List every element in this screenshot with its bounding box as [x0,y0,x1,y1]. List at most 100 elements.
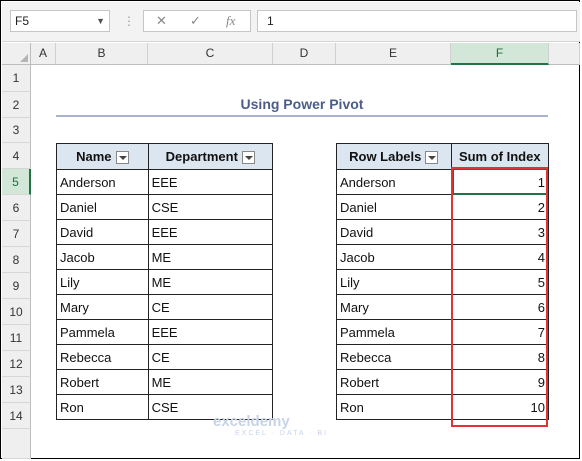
pivot-value[interactable]: 3 [450,219,550,245]
select-all-button[interactable] [2,43,31,65]
header-cell-department[interactable]: Department [147,143,274,170]
row-header-14[interactable]: 14 [2,403,31,429]
cell-name[interactable]: David [56,219,149,245]
column-header-e[interactable]: E [336,43,451,65]
header-label: Row Labels [349,148,422,164]
header-cell-name[interactable]: Name [56,143,149,170]
table-row: Mary CE [56,294,274,320]
cell-department[interactable]: EEE [147,169,274,195]
column-header-a[interactable]: A [31,43,56,65]
cell-department[interactable]: ME [147,269,274,295]
pivot-row-label[interactable]: Robert [336,369,452,395]
column-header-d[interactable]: D [273,43,336,65]
sheet-title[interactable]: Using Power Pivot [56,93,548,115]
row-header-1[interactable]: 1 [2,65,31,92]
cell-name[interactable]: Anderson [56,169,149,195]
pivot-table: Row Labels Sum of Index Anderson 1 Daniel… [336,143,550,420]
cell-name[interactable]: Mary [56,294,149,320]
pivot-row-label[interactable]: Mary [336,294,452,320]
cell-department[interactable]: ME [147,369,274,395]
row-header-12[interactable]: 12 [2,351,31,377]
insert-function-icon[interactable]: fx [226,13,235,29]
row-header-3[interactable]: 3 [2,118,31,143]
table-row: Robert ME [56,369,274,395]
pivot-value[interactable]: 6 [450,294,550,320]
table-row: Lily ME [56,269,274,295]
pivot-row-label[interactable]: Lily [336,269,452,295]
cell-name[interactable]: Daniel [56,194,149,220]
cell-department[interactable]: EEE [147,219,274,245]
pivot-row: Ron 10 [336,394,550,420]
column-header-f[interactable]: F [451,43,549,65]
formula-input[interactable]: 1 [257,10,577,32]
title-underline [56,115,548,117]
source-table: Name Department Anderson EEE Daniel CSE Da… [56,143,274,420]
pivot-row-label[interactable]: David [336,219,452,245]
formula-buttons: ✕ ✓ fx [143,10,251,32]
table-row: David EEE [56,219,274,245]
pivot-value[interactable]: 8 [450,344,550,370]
pivot-row-label[interactable]: Daniel [336,194,452,220]
column-header-c[interactable]: C [148,43,273,65]
cell-name[interactable]: Pammela [56,319,149,345]
row-header-10[interactable]: 10 [2,299,31,325]
row-header-4[interactable]: 4 [2,143,31,169]
pivot-row: Pammela 7 [336,319,550,345]
cell-name[interactable]: Lily [56,269,149,295]
pivot-value[interactable]: 9 [450,369,550,395]
pivot-row: Lily 5 [336,269,550,295]
cell-name[interactable]: Rebecca [56,344,149,370]
pivot-value[interactable]: 7 [450,319,550,345]
pivot-row: Jacob 4 [336,244,550,270]
pivot-row: Robert 9 [336,369,550,395]
formula-bar: F5 ▼ ⋮ ✕ ✓ fx 1 [2,2,580,42]
header-label: Department [165,148,238,164]
excel-window: F5 ▼ ⋮ ✕ ✓ fx 1 A B C D E F 1 2 3 4 5 6 … [0,0,580,459]
header-label: Name [76,148,112,164]
pivot-value[interactable]: 5 [450,269,550,295]
pivot-value[interactable]: 4 [450,244,550,270]
pivot-row-label[interactable]: Anderson [336,169,452,195]
column-header-g[interactable] [549,43,580,65]
cell-department[interactable]: CE [147,294,274,320]
row-header-9[interactable]: 9 [2,273,31,299]
filter-dropdown-icon[interactable] [241,151,255,165]
pivot-row-label[interactable]: Pammela [336,319,452,345]
pivot-header-sum-of-index[interactable]: Sum of Index [450,143,550,170]
row-header-7[interactable]: 7 [2,221,31,247]
cell-department[interactable]: CSE [147,194,274,220]
column-header-b[interactable]: B [56,43,148,65]
cell-department[interactable]: EEE [147,319,274,345]
row-header-11[interactable]: 11 [2,325,31,351]
enter-icon[interactable]: ✓ [190,13,201,29]
cell-name[interactable]: Ron [56,394,149,420]
cancel-icon[interactable]: ✕ [156,13,167,29]
pivot-row-label[interactable]: Rebecca [336,344,452,370]
cell-name[interactable]: Jacob [56,244,149,270]
pivot-value[interactable]: 1 [450,169,550,195]
drag-handle-icon[interactable]: ⋮ [123,14,135,28]
name-box[interactable]: F5 ▼ [10,10,110,32]
row-header-2[interactable]: 2 [2,92,31,118]
filter-dropdown-icon[interactable] [425,151,439,165]
pivot-value[interactable]: 2 [450,194,550,220]
row-header-15[interactable] [2,429,31,459]
pivot-header-row: Row Labels Sum of Index [336,143,550,170]
pivot-value[interactable]: 10 [450,394,550,420]
pivot-header-row-labels[interactable]: Row Labels [336,143,452,170]
cell-department[interactable]: ME [147,244,274,270]
pivot-row: Mary 6 [336,294,550,320]
table-row: Rebecca CE [56,344,274,370]
chevron-down-icon[interactable]: ▼ [96,11,105,31]
row-header-8[interactable]: 8 [2,247,31,273]
table-row: Anderson EEE [56,169,274,195]
row-header-6[interactable]: 6 [2,195,31,221]
watermark-brand: exceldemy [213,413,290,430]
cell-department[interactable]: CE [147,344,274,370]
pivot-row-label[interactable]: Jacob [336,244,452,270]
cell-name[interactable]: Robert [56,369,149,395]
row-header-13[interactable]: 13 [2,377,31,403]
filter-dropdown-icon[interactable] [115,151,129,165]
row-header-5[interactable]: 5 [2,169,31,195]
pivot-row-label[interactable]: Ron [336,394,452,420]
